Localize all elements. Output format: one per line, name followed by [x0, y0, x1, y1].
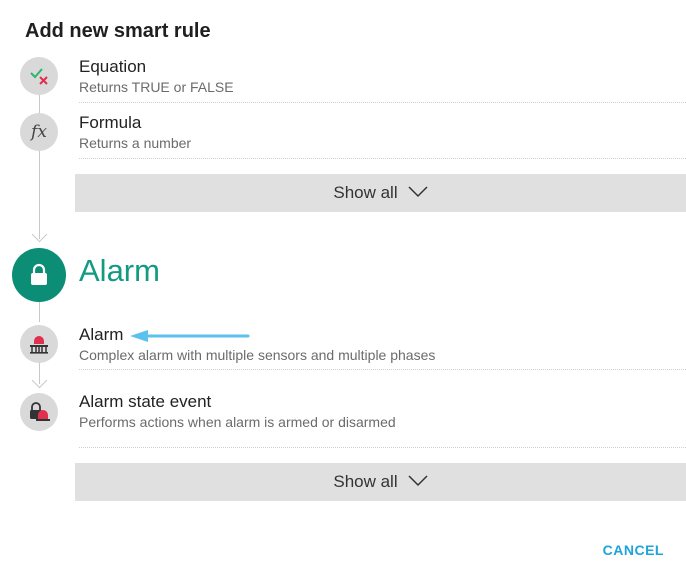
rule-item-title: Alarm — [79, 325, 124, 344]
rule-item-alarm-state-event[interactable]: Alarm state event Performs actions when … — [0, 387, 686, 439]
alarm-lock-icon — [20, 393, 58, 431]
timeline-arrow-icon — [31, 226, 48, 243]
annotation-arrow-icon — [130, 330, 250, 342]
show-all-button[interactable]: Show all — [75, 174, 686, 212]
rule-item-alarm[interactable]: Alarm Complex alarm with multiple sensor… — [0, 320, 686, 370]
rule-item-title: Formula — [79, 113, 142, 132]
rule-item-formula[interactable]: fx Formula Returns a number — [0, 108, 686, 158]
section-title: Alarm — [79, 253, 160, 288]
rule-item-title: Equation — [79, 57, 147, 76]
fx-icon-text: fx — [31, 122, 47, 142]
timeline-line — [39, 302, 40, 322]
rule-item-title: Alarm state event — [79, 392, 212, 411]
rule-item-equation[interactable]: Equation Returns TRUE or FALSE — [0, 52, 686, 102]
check-cross-icon — [20, 57, 58, 95]
separator — [79, 158, 686, 159]
dialog-title: Add new smart rule — [25, 20, 211, 42]
timeline-arrow-icon — [31, 372, 48, 389]
fx-icon: fx — [20, 113, 58, 151]
separator — [79, 369, 686, 370]
separator — [79, 447, 686, 448]
show-all-label: Show all — [333, 472, 398, 491]
chevron-down-icon — [408, 472, 428, 492]
cancel-button[interactable]: CANCEL — [603, 542, 664, 558]
padlock-icon — [12, 248, 66, 302]
chevron-down-icon — [408, 183, 428, 203]
rule-item-description: Returns a number — [79, 135, 192, 151]
rule-item-description: Complex alarm with multiple sensors and … — [79, 347, 436, 363]
show-all-button[interactable]: Show all — [75, 463, 686, 501]
rule-item-description: Performs actions when alarm is armed or … — [79, 414, 396, 430]
separator — [79, 102, 686, 103]
show-all-label: Show all — [333, 183, 398, 202]
alarm-siren-icon — [20, 325, 58, 363]
rule-item-description: Returns TRUE or FALSE — [79, 79, 234, 95]
